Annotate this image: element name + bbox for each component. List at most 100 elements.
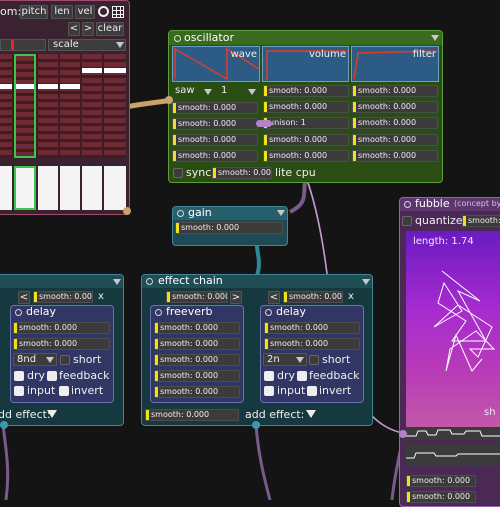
osc-smooth-slider[interactable]: smooth: 0.000 <box>352 101 438 113</box>
effect-chain-output-port[interactable] <box>252 421 260 429</box>
freeverb-smooth-slider[interactable]: smooth: 0.000 <box>154 322 240 334</box>
lite-cpu-slider[interactable]: smooth: 0.000 <box>212 167 272 179</box>
delay-left-short-checkbox[interactable] <box>60 355 70 365</box>
effect-chain-smooth-slider[interactable]: smooth: 0.000 <box>166 291 228 303</box>
piano-key[interactable] <box>60 166 80 210</box>
osc-smooth-slider[interactable]: smooth: 0.000 <box>352 117 438 129</box>
piano-key[interactable] <box>38 166 58 210</box>
record-toggle-icon[interactable] <box>98 6 109 17</box>
fubble-smooth-slider[interactable]: smooth: <box>462 215 500 227</box>
freeverb-power-icon[interactable] <box>155 309 162 316</box>
delay-right-remove-button[interactable]: x <box>345 291 357 304</box>
delay-right-input-checkbox[interactable] <box>264 386 274 396</box>
prev-pattern-button[interactable]: < <box>68 22 80 36</box>
effect-chain-next-button[interactable]: > <box>230 291 242 304</box>
left-chain-collapse-icon[interactable] <box>113 279 121 285</box>
delay-left-power-icon[interactable] <box>15 309 22 316</box>
left-chain-header[interactable] <box>0 275 123 288</box>
effect-chain-collapse-icon[interactable] <box>362 279 370 285</box>
grid-icon[interactable] <box>112 6 124 18</box>
delay-right-smooth-slider[interactable]: smooth: 0.000 <box>264 338 360 350</box>
fubble-waveform[interactable] <box>406 428 500 440</box>
grid-column-1[interactable] <box>0 54 12 158</box>
grid-column-3[interactable] <box>38 54 58 158</box>
delay-right-feedback-checkbox[interactable] <box>297 371 307 381</box>
left-chain-add-effect-dropdown-icon[interactable] <box>47 410 57 418</box>
scale-select[interactable]: scale <box>48 39 126 51</box>
gain-power-icon[interactable] <box>177 210 184 217</box>
delay-left-invert-checkbox[interactable] <box>59 386 69 396</box>
oscillator-input-port[interactable] <box>165 96 173 104</box>
delay-right-smooth-slider[interactable]: smooth: 0.000 <box>264 322 360 334</box>
osc-smooth-slider[interactable]: smooth: 0.000 <box>263 85 349 97</box>
fubble-canvas[interactable]: length: 1.74 sh <box>406 231 500 427</box>
piano-key[interactable] <box>82 166 102 210</box>
left-chain-output-port[interactable] <box>0 421 8 429</box>
osc-smooth-slider[interactable]: smooth: 0.000 <box>263 101 349 113</box>
tab-len[interactable]: len <box>51 5 73 19</box>
delay-left-smooth-slider[interactable]: smooth: 0.000 <box>13 322 110 334</box>
osc-smooth-slider[interactable]: smooth: 0.000 <box>172 134 258 146</box>
active-step[interactable] <box>38 84 58 89</box>
effect-chain-bottom-slider[interactable]: smooth: 0.000 <box>145 409 239 421</box>
tab-vel[interactable]: vel <box>75 5 95 19</box>
unison-slider[interactable]: unison: 1 <box>263 117 349 129</box>
delay-right-dry-checkbox[interactable] <box>264 371 274 381</box>
piano-key[interactable] <box>104 166 126 210</box>
osc-smooth-slider[interactable]: smooth: 0.000 <box>352 134 438 146</box>
sync-checkbox[interactable] <box>173 168 183 178</box>
fubble-waveform[interactable] <box>406 444 500 466</box>
fubble-bottom-smooth-slider[interactable]: smooth: 0.000 <box>406 491 476 503</box>
osc-smooth-slider[interactable]: smooth: 0.000 <box>263 150 349 162</box>
active-step[interactable] <box>0 84 12 89</box>
active-step[interactable] <box>60 84 80 89</box>
left-chain-remove-button[interactable]: x <box>95 291 107 304</box>
sequencer-step-grid[interactable] <box>0 54 126 158</box>
active-step[interactable] <box>16 84 34 89</box>
piano-key[interactable] <box>14 166 36 210</box>
grid-column-4[interactable] <box>60 54 80 158</box>
active-step[interactable] <box>104 68 126 73</box>
delay-left-dry-checkbox[interactable] <box>14 371 24 381</box>
delay-left-input-checkbox[interactable] <box>14 386 24 396</box>
tab-pitch[interactable]: pitch <box>20 5 48 19</box>
left-chain-smooth-slider[interactable]: smooth: 0.000 <box>33 291 93 303</box>
add-effect-dropdown-icon[interactable] <box>306 410 316 418</box>
delay-left-feedback-checkbox[interactable] <box>47 371 57 381</box>
sequencer-scroll-bar[interactable] <box>0 39 46 51</box>
freeverb-smooth-slider[interactable]: smooth: 0.000 <box>154 370 240 382</box>
volume-graph[interactable]: volume <box>262 46 349 82</box>
fubble-input-port[interactable] <box>399 430 407 438</box>
oscillator-collapse-icon[interactable] <box>431 35 439 41</box>
sequencer-output-port[interactable] <box>123 207 131 215</box>
osc-smooth-slider[interactable]: smooth: 0.000 <box>352 150 438 162</box>
oscillator-power-icon[interactable] <box>174 35 181 42</box>
fubble-power-icon[interactable] <box>404 201 411 208</box>
osc-smooth-slider[interactable]: smooth: 0.000 <box>172 102 258 114</box>
osc-smooth-slider[interactable]: smooth: 0.000 <box>352 85 438 97</box>
delay-right-invert-checkbox[interactable] <box>307 386 317 396</box>
quantize-checkbox[interactable] <box>402 216 412 226</box>
next-pattern-button[interactable]: > <box>82 22 94 36</box>
osc-smooth-slider[interactable]: smooth: 0.000 <box>172 118 258 130</box>
delay-right-prev-button[interactable]: < <box>268 291 280 304</box>
freeverb-smooth-slider[interactable]: smooth: 0.000 <box>154 386 240 398</box>
delay-right-header-slider[interactable]: smooth: 0.000 <box>283 291 343 303</box>
delay-left-smooth-slider[interactable]: smooth: 0.000 <box>13 338 110 350</box>
delay-right-short-checkbox[interactable] <box>309 355 319 365</box>
active-step[interactable] <box>82 68 102 73</box>
freeverb-smooth-slider[interactable]: smooth: 0.000 <box>154 338 240 350</box>
fubble-bottom-smooth-slider[interactable]: smooth: 0.000 <box>406 475 476 487</box>
piano-keys[interactable] <box>0 166 126 212</box>
delay-right-power-icon[interactable] <box>265 309 272 316</box>
freeverb-smooth-slider[interactable]: smooth: 0.000 <box>154 354 240 366</box>
unison-cable-plug[interactable] <box>256 120 272 127</box>
osc-smooth-slider[interactable]: smooth: 0.000 <box>263 134 349 146</box>
gain-smooth-slider[interactable]: smooth: 0.000 <box>175 222 283 234</box>
piano-key[interactable] <box>0 166 12 210</box>
gain-collapse-icon[interactable] <box>277 210 285 216</box>
grid-column-2[interactable] <box>14 54 36 158</box>
osc-smooth-slider[interactable]: smooth: 0.000 <box>172 150 258 162</box>
filter-graph[interactable]: filter <box>351 46 439 82</box>
clear-button[interactable]: clear <box>96 22 124 36</box>
